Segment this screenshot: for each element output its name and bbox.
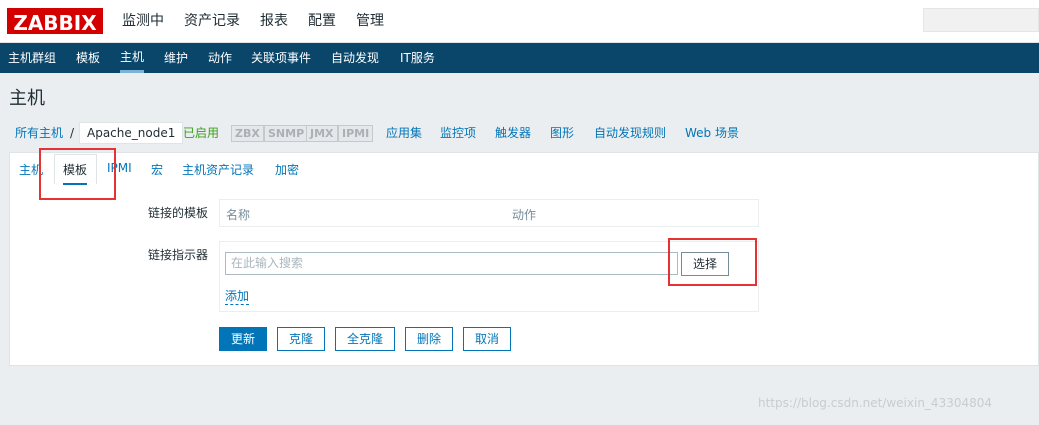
full-clone-button[interactable]: 全克隆 <box>335 327 395 351</box>
breadcrumb-items[interactable]: 监控项 <box>440 121 476 146</box>
sub-menu-host-groups[interactable]: 主机群组 <box>8 43 56 73</box>
sub-menu-maintenance[interactable]: 维护 <box>164 43 188 73</box>
breadcrumb: 所有主机 / Apache_node1 已启用 ZBX SNMP JMX IPM… <box>9 121 1039 146</box>
watermark-text: https://blog.csdn.net/weixin_43304804 <box>758 396 993 410</box>
breadcrumb-separator: / <box>70 126 75 140</box>
main-menu-administration[interactable]: 管理 <box>356 0 384 43</box>
tab-templates[interactable]: 模板 <box>63 161 88 185</box>
global-search-input[interactable] <box>923 8 1039 32</box>
host-status-enabled[interactable]: 已启用 <box>183 121 219 146</box>
sub-menu: 主机群组 模板 主机 维护 动作 关联项事件 自动发现 IT服务 <box>0 43 1039 73</box>
select-button[interactable]: 选择 <box>681 252 729 276</box>
breadcrumb-applications[interactable]: 应用集 <box>386 121 422 146</box>
linked-templates-table: 名称 动作 <box>219 199 759 227</box>
tab-macros[interactable]: 宏 <box>151 161 163 178</box>
main-menu: 监测中 资产记录 报表 配置 管理 <box>122 0 404 43</box>
delete-button[interactable]: 删除 <box>405 327 453 351</box>
breadcrumb-host[interactable]: Apache_node1 <box>79 122 184 144</box>
main-menu-inventory[interactable]: 资产记录 <box>184 0 240 43</box>
breadcrumb-discovery-rules[interactable]: 自动发现规则 <box>594 121 666 146</box>
availability-badge-zbx: ZBX <box>231 125 264 142</box>
tab-host-inventory[interactable]: 主机资产记录 <box>182 161 254 178</box>
main-menu-configuration[interactable]: 配置 <box>308 0 336 43</box>
add-link[interactable]: 添加 <box>225 287 250 305</box>
top-header: ZABBIX 监测中 资产记录 报表 配置 管理 <box>0 0 1039 43</box>
breadcrumb-web-scenarios[interactable]: Web 场景 <box>685 121 739 146</box>
sub-menu-event-correlation[interactable]: 关联项事件 <box>251 43 311 73</box>
clone-button[interactable]: 克隆 <box>277 327 325 351</box>
availability-badge-jmx: JMX <box>306 125 338 142</box>
template-search-input[interactable]: 在此输入搜索 <box>225 252 678 275</box>
column-header-name: 名称 <box>226 208 251 222</box>
main-menu-monitoring[interactable]: 监测中 <box>122 0 164 43</box>
link-indicator-label: 链接指示器 <box>148 248 209 262</box>
sub-menu-discovery[interactable]: 自动发现 <box>331 43 379 73</box>
availability-badge-snmp: SNMP <box>264 125 309 142</box>
tab-encryption[interactable]: 加密 <box>275 161 299 178</box>
breadcrumb-graphs[interactable]: 图形 <box>550 121 574 146</box>
page-title: 主机 <box>9 88 45 109</box>
zabbix-logo[interactable]: ZABBIX <box>7 8 103 35</box>
breadcrumb-triggers[interactable]: 触发器 <box>495 121 531 146</box>
update-button[interactable]: 更新 <box>219 327 267 351</box>
linked-templates-label: 链接的模板 <box>148 206 209 220</box>
sub-menu-actions[interactable]: 动作 <box>208 43 232 73</box>
tab-ipmi[interactable]: IPMI <box>107 161 132 175</box>
sub-menu-it-services[interactable]: IT服务 <box>400 43 435 73</box>
cancel-button[interactable]: 取消 <box>463 327 511 351</box>
tab-host[interactable]: 主机 <box>19 161 43 178</box>
main-menu-reports[interactable]: 报表 <box>260 0 288 43</box>
breadcrumb-all-hosts[interactable]: 所有主机 <box>15 121 63 146</box>
availability-badge-ipmi: IPMI <box>338 125 374 142</box>
column-header-action: 动作 <box>512 208 537 222</box>
sub-menu-hosts[interactable]: 主机 <box>120 43 145 73</box>
sub-menu-templates[interactable]: 模板 <box>76 43 100 73</box>
